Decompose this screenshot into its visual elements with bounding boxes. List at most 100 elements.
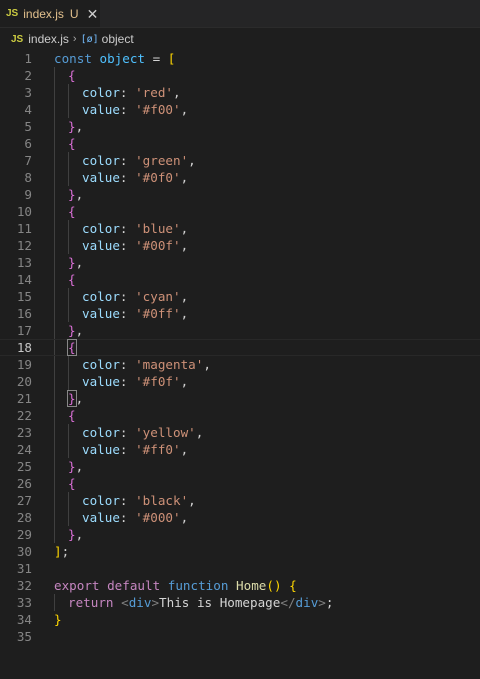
code-line[interactable]: 28 value: '#000', [0, 509, 480, 526]
code-text: export default function Home() { [54, 577, 297, 594]
code-line[interactable]: 20 value: '#f0f', [0, 373, 480, 390]
code-token: '#00f' [135, 238, 181, 253]
code-token: , [180, 289, 189, 304]
code-token: const [54, 51, 92, 66]
code-line[interactable]: 3 color: 'red', [0, 84, 480, 101]
code-token: { [68, 68, 76, 83]
code-line[interactable]: 2{ [0, 67, 480, 84]
code-line[interactable]: 10 { [0, 203, 480, 220]
code-text: { [67, 339, 77, 356]
code-line[interactable]: 15 color: 'cyan', [0, 288, 480, 305]
code-line[interactable]: 19 color: 'magenta', [0, 356, 480, 373]
code-token: : [119, 221, 136, 236]
code-line[interactable]: 25}, [0, 458, 480, 475]
indent-guide [54, 424, 55, 441]
code-line[interactable]: 35 [0, 628, 480, 645]
code-token: [ [167, 51, 176, 66]
code-line[interactable]: 9}, [0, 186, 480, 203]
tab-index-js[interactable]: JS index.js U ✕ [0, 0, 101, 27]
code-line[interactable]: 13}, [0, 254, 480, 271]
code-token: : [119, 442, 136, 457]
code-token: , [180, 170, 189, 185]
line-number: 23 [16, 425, 32, 440]
code-token: : [119, 170, 136, 185]
code-line[interactable]: 12 value: '#00f', [0, 237, 480, 254]
code-line[interactable]: 24 value: '#ff0', [0, 441, 480, 458]
code-line[interactable]: 26 { [0, 475, 480, 492]
indent-guide [54, 152, 55, 169]
indent-guide [68, 356, 69, 373]
code-token: , [75, 391, 84, 406]
code-token: ; [61, 544, 70, 559]
code-text: }, [68, 118, 83, 135]
code-token: : [119, 102, 136, 117]
code-line[interactable]: 5}, [0, 118, 480, 135]
code-line[interactable]: 16 value: '#0ff', [0, 305, 480, 322]
code-line[interactable]: 18 { [0, 339, 480, 356]
code-text: { [68, 271, 76, 288]
code-line[interactable]: 8 value: '#0f0', [0, 169, 480, 186]
code-text: { [68, 203, 76, 220]
line-number: 15 [16, 289, 32, 304]
code-line[interactable]: 21}, [0, 390, 480, 407]
code-line[interactable]: 27 color: 'black', [0, 492, 480, 509]
code-line[interactable]: 22 { [0, 407, 480, 424]
line-number: 24 [16, 442, 32, 457]
code-line[interactable]: 34} [0, 611, 480, 628]
code-token: </ [280, 595, 296, 610]
code-line[interactable]: 14 { [0, 271, 480, 288]
code-text: }, [68, 186, 83, 203]
code-line[interactable]: 29}, [0, 526, 480, 543]
code-line[interactable]: 11 color: 'blue', [0, 220, 480, 237]
code-token: , [180, 221, 189, 236]
indent-guide [68, 424, 69, 441]
indent-guide [54, 271, 55, 288]
line-number: 17 [16, 323, 32, 338]
code-text: { [68, 475, 76, 492]
code-token: '#0f0' [135, 170, 181, 185]
indent-guide [68, 84, 69, 101]
code-token: } [68, 527, 76, 542]
line-number: 25 [16, 459, 32, 474]
code-token: value [82, 374, 120, 389]
code-text: { [68, 135, 76, 152]
indent-guide [54, 458, 55, 475]
indent-guide [54, 322, 55, 339]
code-editor[interactable]: 1 const object = [2{3 color: 'red', 4 value:… [0, 50, 480, 645]
line-number: 11 [16, 221, 32, 236]
code-line[interactable]: 30]; [0, 543, 480, 560]
code-token: , [75, 323, 84, 338]
line-number: 12 [16, 238, 32, 253]
breadcrumb-symbol[interactable]: object [102, 32, 134, 46]
code-line[interactable]: 17}, [0, 322, 480, 339]
code-line[interactable]: 1 const object = [ [0, 50, 480, 67]
code-token: { [68, 408, 76, 423]
code-text: color: 'black', [82, 492, 196, 509]
code-text: }, [68, 526, 83, 543]
code-token: ; [325, 595, 334, 610]
tab-bar: JS index.js U ✕ [0, 0, 480, 28]
code-token: div [295, 595, 319, 610]
code-line[interactable]: 4 value: '#f00', [0, 101, 480, 118]
line-number: 26 [16, 476, 32, 491]
code-line[interactable]: 31 [0, 560, 480, 577]
indent-guide [54, 220, 55, 237]
code-token: , [180, 510, 189, 525]
code-line[interactable]: 32 export default function Home() { [0, 577, 480, 594]
code-token: : [119, 153, 136, 168]
code-line[interactable]: 33 return <div>This is Homepage</div>; [0, 594, 480, 611]
code-text: value: '#0ff', [82, 305, 188, 322]
code-token: 'black' [135, 493, 189, 508]
code-text: color: 'blue', [82, 220, 188, 237]
code-token: div [128, 595, 152, 610]
code-token: '#f0f' [135, 374, 181, 389]
indent-guide [68, 373, 69, 390]
code-line[interactable]: 23 color: 'yellow', [0, 424, 480, 441]
code-line[interactable]: 6{ [0, 135, 480, 152]
code-text: value: '#f00', [82, 101, 188, 118]
breadcrumb-file[interactable]: index.js [28, 32, 69, 46]
code-line[interactable]: 7 color: 'green', [0, 152, 480, 169]
line-number: 1 [24, 51, 32, 66]
close-icon[interactable]: ✕ [87, 7, 99, 21]
code-text: } [54, 611, 62, 628]
